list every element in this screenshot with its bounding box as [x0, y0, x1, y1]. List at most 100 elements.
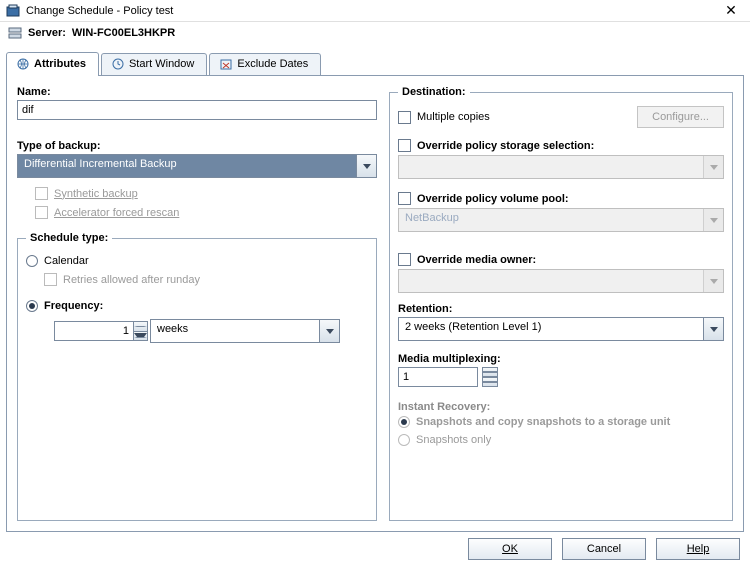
- media-multiplexing-row: [398, 367, 724, 387]
- calendar-radio[interactable]: Calendar: [26, 252, 368, 270]
- spin-up-icon[interactable]: [134, 322, 147, 332]
- retention-select[interactable]: 2 weeks (Retention Level 1): [398, 317, 724, 341]
- ok-label: OK: [502, 543, 518, 555]
- schedule-type-legend: Schedule type:: [26, 232, 112, 244]
- accelerator-rescan-checkbox: Accelerator forced rescan: [35, 203, 377, 222]
- checkbox-icon: [398, 139, 411, 152]
- calendar-x-icon: [220, 58, 232, 70]
- tab-label: Exclude Dates: [237, 58, 308, 70]
- frequency-unit-value: weeks: [151, 320, 319, 342]
- spin-down-icon[interactable]: [482, 377, 498, 387]
- cancel-button[interactable]: Cancel: [562, 538, 646, 560]
- accelerator-label: Accelerator forced rescan: [54, 207, 179, 219]
- tab-label: Attributes: [34, 58, 86, 70]
- server-name: WIN-FC00EL3HKPR: [72, 27, 175, 39]
- override-storage-checkbox[interactable]: Override policy storage selection:: [398, 136, 724, 155]
- tab-attributes[interactable]: Attributes: [6, 52, 99, 76]
- ir-copy-label: Snapshots and copy snapshots to a storag…: [416, 416, 670, 428]
- synthetic-label: Synthetic backup: [54, 188, 138, 200]
- radio-icon: [398, 434, 410, 446]
- chevron-down-icon[interactable]: [703, 318, 723, 340]
- storage-select: [398, 155, 724, 179]
- tab-strip: Attributes Start Window Exclude Dates: [6, 52, 744, 76]
- media-multiplexing-label: Media multiplexing:: [398, 353, 724, 365]
- frequency-spinner[interactable]: [134, 321, 148, 341]
- destination-group: Destination: Multiple copies Configure..…: [389, 86, 733, 521]
- frequency-value-input[interactable]: [54, 321, 134, 341]
- spin-up-icon[interactable]: [482, 367, 498, 377]
- frequency-label: Frequency:: [44, 300, 103, 312]
- server-icon: [8, 26, 22, 40]
- frequency-unit-select[interactable]: weeks: [150, 319, 340, 343]
- chevron-down-icon: [703, 209, 723, 231]
- override-pool-checkbox[interactable]: Override policy volume pool:: [398, 189, 724, 208]
- window-title: Change Schedule - Policy test: [26, 5, 716, 17]
- tab-body: Name: Type of backup: Differential Incre…: [6, 76, 744, 532]
- checkbox-icon: [35, 206, 48, 219]
- radio-icon: [398, 416, 410, 428]
- tab-start-window[interactable]: Start Window: [101, 53, 207, 75]
- owner-value: [399, 270, 703, 292]
- radio-icon: [26, 255, 38, 267]
- ok-button[interactable]: OK: [468, 538, 552, 560]
- tab-label: Start Window: [129, 58, 194, 70]
- synthetic-backup-checkbox: Synthetic backup: [35, 184, 377, 203]
- instant-recovery-legend: Instant Recovery:: [398, 401, 724, 413]
- name-input[interactable]: [17, 100, 377, 120]
- right-column: Destination: Multiple copies Configure..…: [389, 86, 733, 521]
- pool-select: NetBackup: [398, 208, 724, 232]
- title-bar: Change Schedule - Policy test ✕: [0, 0, 750, 22]
- retries-checkbox: Retries allowed after runday: [44, 270, 368, 289]
- retention-value: 2 weeks (Retention Level 1): [399, 318, 703, 340]
- app-icon: [6, 4, 20, 18]
- calendar-label: Calendar: [44, 255, 89, 267]
- spin-down-icon[interactable]: [134, 332, 147, 341]
- chevron-down-icon[interactable]: [356, 155, 376, 177]
- name-label: Name:: [17, 86, 377, 98]
- override-owner-checkbox[interactable]: Override media owner:: [398, 250, 724, 269]
- dialog-footer: OK Cancel Help: [468, 538, 740, 560]
- media-multiplexing-input[interactable]: [398, 367, 478, 387]
- storage-value: [399, 156, 703, 178]
- pool-value: NetBackup: [399, 209, 703, 231]
- override-storage-label: Override policy storage selection:: [417, 140, 594, 152]
- backup-type-label: Type of backup:: [17, 140, 377, 152]
- destination-legend: Destination:: [398, 86, 470, 98]
- configure-button: Configure...: [637, 106, 724, 128]
- clock-icon: [112, 58, 124, 70]
- backup-type-select[interactable]: Differential Incremental Backup: [17, 154, 377, 178]
- chevron-down-icon: [703, 156, 723, 178]
- cancel-label: Cancel: [587, 543, 621, 555]
- media-multiplexing-spinner[interactable]: [482, 367, 498, 387]
- help-label: Help: [687, 543, 710, 555]
- owner-select: [398, 269, 724, 293]
- left-column: Name: Type of backup: Differential Incre…: [17, 86, 377, 521]
- checkbox-icon: [44, 273, 57, 286]
- radio-icon: [26, 300, 38, 312]
- help-button[interactable]: Help: [656, 538, 740, 560]
- override-owner-label: Override media owner:: [417, 254, 536, 266]
- configure-label: Configure...: [652, 111, 709, 123]
- server-bar: Server: WIN-FC00EL3HKPR: [0, 22, 750, 44]
- globe-icon: [17, 58, 29, 70]
- close-button[interactable]: ✕: [716, 1, 746, 21]
- ir-only-radio: Snapshots only: [398, 431, 724, 449]
- frequency-radio[interactable]: Frequency:: [26, 297, 368, 315]
- chevron-down-icon: [703, 270, 723, 292]
- multiple-copies-row: Multiple copies Configure...: [398, 106, 724, 128]
- frequency-row: weeks: [54, 319, 368, 343]
- ir-copy-radio: Snapshots and copy snapshots to a storag…: [398, 413, 724, 431]
- ir-only-label: Snapshots only: [416, 434, 491, 446]
- backup-type-value: Differential Incremental Backup: [18, 155, 356, 177]
- retries-label: Retries allowed after runday: [63, 274, 200, 286]
- checkbox-icon: [398, 253, 411, 266]
- multiple-copies-label: Multiple copies: [417, 111, 490, 123]
- chevron-down-icon[interactable]: [319, 320, 339, 342]
- retention-label: Retention:: [398, 303, 724, 315]
- checkbox-icon: [35, 187, 48, 200]
- multiple-copies-checkbox[interactable]: Multiple copies: [398, 108, 627, 127]
- checkbox-icon: [398, 111, 411, 124]
- checkbox-icon: [398, 192, 411, 205]
- tab-exclude-dates[interactable]: Exclude Dates: [209, 53, 321, 75]
- schedule-type-group: Schedule type: Calendar Retries allowed …: [17, 232, 377, 521]
